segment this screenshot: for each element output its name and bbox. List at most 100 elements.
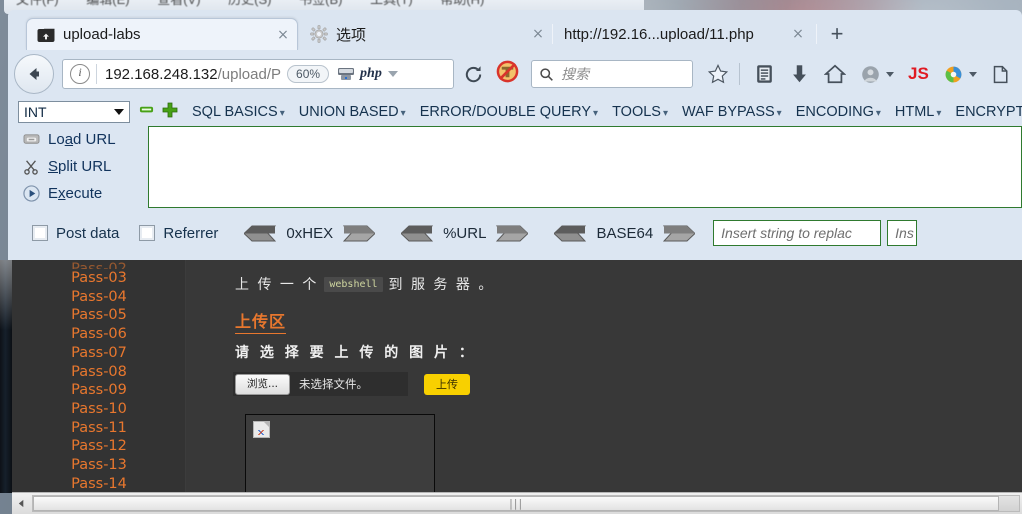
toolbar-divider bbox=[739, 63, 740, 85]
hackbar-menu-html[interactable]: HTML ▾ bbox=[895, 104, 942, 120]
upload-submit-button[interactable]: 上传 bbox=[424, 373, 470, 395]
search-input[interactable]: 搜索 bbox=[531, 60, 693, 88]
page-content: Pass-02 Pass-03 Pass-04 Pass-05 Pass-06 … bbox=[12, 260, 1022, 493]
tab-close-icon[interactable]: × bbox=[530, 26, 546, 42]
menu-item-history[interactable]: 历史(S) bbox=[216, 0, 283, 6]
url-host: 192.168.248.132 bbox=[105, 65, 218, 83]
replace-with-placeholder: Ins bbox=[895, 225, 914, 241]
checkbox-box[interactable] bbox=[32, 225, 48, 241]
execute-button[interactable]: Execute bbox=[8, 180, 148, 207]
tab-separator bbox=[552, 24, 553, 44]
decode-arrow-left-icon[interactable] bbox=[554, 225, 587, 242]
webshell-code-chip: webshell bbox=[324, 276, 383, 292]
sidebar-item-pass-13[interactable]: Pass-13 bbox=[12, 456, 186, 475]
browse-button[interactable]: 浏览... bbox=[235, 373, 290, 395]
hackbar-menu-encryption[interactable]: ENCRYPTION▾ bbox=[955, 104, 1022, 120]
task-description-suffix: 到 服 务 器 。 bbox=[388, 277, 495, 293]
menu-label: HTML bbox=[894, 104, 935, 120]
split-url-button[interactable]: Split URL bbox=[8, 153, 148, 180]
reader-icon[interactable] bbox=[991, 64, 1012, 85]
menu-item-bookmarks[interactable]: 书签(B) bbox=[287, 0, 354, 6]
sidebar-item-pass-08[interactable]: Pass-08 bbox=[12, 363, 186, 382]
upload-form: 浏览... 未选择文件。 上传 bbox=[233, 372, 470, 396]
hackbar-menu-union-based[interactable]: UNION BASED ▾ bbox=[299, 104, 406, 120]
sidebar-item-pass-03[interactable]: Pass-03 bbox=[12, 269, 186, 288]
menu-item-tools[interactable]: 工具(T) bbox=[358, 0, 425, 6]
encode-arrow-right-icon[interactable] bbox=[663, 225, 696, 242]
menu-item-help[interactable]: 帮助(H) bbox=[428, 0, 496, 6]
sidebar-item-pass-04[interactable]: Pass-04 bbox=[12, 288, 186, 307]
sidebar-item-pass-11[interactable]: Pass-11 bbox=[12, 419, 186, 438]
sidebar-item-pass-10[interactable]: Pass-10 bbox=[12, 400, 186, 419]
add-tab-button[interactable] bbox=[162, 102, 178, 123]
downloads-icon[interactable] bbox=[789, 63, 810, 85]
zoom-level-badge[interactable]: 60% bbox=[287, 65, 330, 83]
tab-upload-labs[interactable]: upload-labs × bbox=[26, 18, 298, 50]
account-icon[interactable] bbox=[860, 64, 894, 85]
tab-label: upload-labs bbox=[63, 26, 141, 43]
horizontal-scrollbar[interactable]: ||| bbox=[12, 492, 1022, 514]
js-icon[interactable]: JS bbox=[908, 64, 929, 84]
injection-type-select[interactable]: INT bbox=[18, 101, 130, 123]
noscript-button[interactable] bbox=[496, 60, 519, 88]
sidebar-item-pass-14[interactable]: Pass-14 bbox=[12, 475, 186, 493]
firebug-icon[interactable] bbox=[943, 64, 977, 85]
menu-item-file[interactable]: 文件(F) bbox=[4, 0, 71, 6]
menu-item-view[interactable]: 查看(V) bbox=[145, 0, 212, 6]
tab-options[interactable]: 选项 × bbox=[300, 18, 552, 50]
encode-arrow-right-icon[interactable] bbox=[343, 225, 376, 242]
page-info-icon[interactable]: i bbox=[70, 64, 90, 84]
bookmark-star-icon[interactable] bbox=[707, 63, 729, 85]
hackbar-menu-encoding[interactable]: ENCODING ▾ bbox=[796, 104, 881, 120]
tab-upload-11-php[interactable]: http://192.16...upload/11.php × bbox=[554, 18, 812, 50]
reload-button[interactable] bbox=[463, 64, 484, 85]
replace-search-input[interactable]: Insert string to replac bbox=[713, 220, 882, 246]
php-switcher[interactable]: php bbox=[336, 65, 398, 83]
scrollbar-track[interactable]: ||| bbox=[32, 495, 1020, 512]
menu-item-edit[interactable]: 编辑(E) bbox=[74, 0, 141, 6]
folder-icon bbox=[37, 26, 55, 44]
hackbar-menu-tools[interactable]: TOOLS ▾ bbox=[612, 104, 668, 120]
file-input[interactable]: 浏览... 未选择文件。 bbox=[233, 372, 408, 396]
new-tab-button[interactable]: + bbox=[826, 23, 848, 46]
chevron-down-icon[interactable] bbox=[968, 71, 977, 77]
checkbox-label: Referrer bbox=[163, 224, 219, 242]
scroll-left-button[interactable] bbox=[12, 494, 30, 513]
chevron-down-icon[interactable] bbox=[387, 71, 398, 77]
sidebar-item-pass-09[interactable]: Pass-09 bbox=[12, 381, 186, 400]
menu-label: ENCRYPTION bbox=[955, 104, 1022, 120]
hackbar-url-textarea[interactable] bbox=[148, 126, 1022, 208]
scrollbar-thumb[interactable]: ||| bbox=[33, 496, 1000, 511]
address-bar[interactable]: i 192.168.248.132/upload/P 60% php bbox=[62, 59, 454, 89]
load-url-button[interactable]: Load URL bbox=[8, 126, 148, 153]
load-url-label: Load URL bbox=[48, 131, 116, 148]
sidebar-item-pass-07[interactable]: Pass-07 bbox=[12, 344, 186, 363]
hackbar-menu-sql-basics[interactable]: SQL BASICS ▾ bbox=[192, 104, 285, 120]
checkbox-box[interactable] bbox=[139, 225, 156, 241]
sidebar-divider bbox=[185, 260, 186, 493]
page-main-content: 上 传 一 个 webshell 到 服 务 器 。 上传区 请 选 择 要 上… bbox=[187, 260, 1022, 493]
tab-close-icon[interactable]: × bbox=[275, 27, 291, 43]
remove-tab-button[interactable] bbox=[139, 102, 154, 122]
replace-with-input[interactable]: Ins bbox=[887, 220, 918, 246]
hackbar-menu-error-double-query[interactable]: ERROR/DOUBLE QUERY ▾ bbox=[420, 104, 598, 120]
referrer-checkbox[interactable]: Referrer bbox=[139, 225, 218, 242]
tab-close-icon[interactable]: × bbox=[790, 26, 806, 42]
encode-arrow-right-icon[interactable] bbox=[496, 225, 529, 242]
back-button[interactable] bbox=[14, 54, 54, 94]
sidebar-item-pass-06[interactable]: Pass-06 bbox=[12, 325, 186, 344]
post-data-checkbox[interactable]: Post data bbox=[32, 225, 119, 242]
decode-arrow-left-icon[interactable] bbox=[244, 225, 277, 242]
sidebar-item-pass-12[interactable]: Pass-12 bbox=[12, 437, 186, 456]
menu-label: UNION BASED bbox=[298, 104, 399, 120]
library-icon[interactable] bbox=[754, 63, 775, 85]
sidebar-item-pass-05[interactable]: Pass-05 bbox=[12, 306, 186, 325]
sidebar-item-pass-02[interactable]: Pass-02 bbox=[12, 260, 186, 269]
chevron-down-icon bbox=[114, 109, 124, 115]
hackbar-panel: INT SQL BASICS ▾ UNION BASED ▾ ERROR/DOUBL… bbox=[8, 98, 1022, 260]
chevron-down-icon[interactable] bbox=[886, 71, 894, 77]
decode-arrow-left-icon[interactable] bbox=[401, 225, 434, 242]
base64-encoder-group: BASE64 bbox=[554, 225, 696, 242]
home-icon[interactable] bbox=[824, 63, 846, 85]
hackbar-menu-waf-bypass[interactable]: WAF BYPASS ▾ bbox=[682, 104, 782, 120]
